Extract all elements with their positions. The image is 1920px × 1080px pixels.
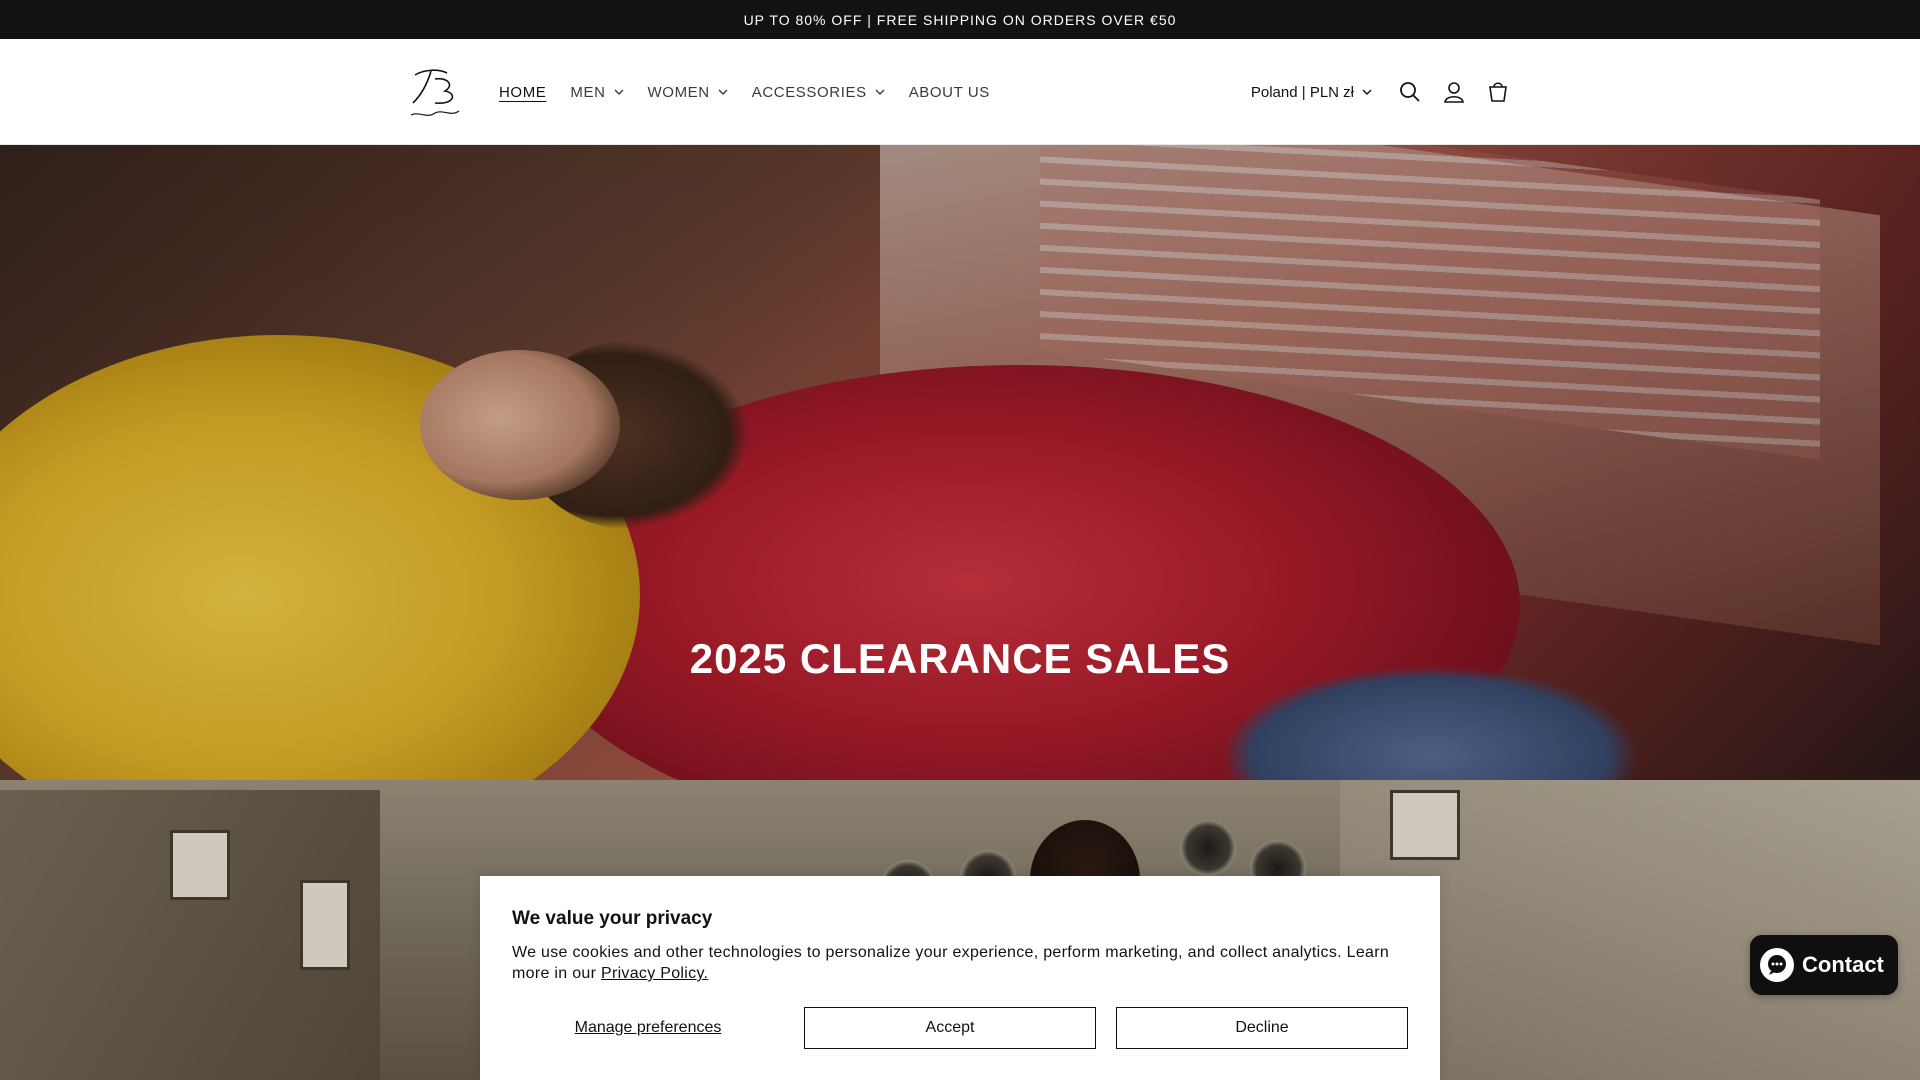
nav-about-us[interactable]: ABOUT US <box>909 84 990 101</box>
hero-banner[interactable] <box>0 145 1920 780</box>
cookie-banner: We value your privacy We use cookies and… <box>480 876 1440 1080</box>
nav-accessories[interactable]: ACCESSORIES <box>752 84 885 101</box>
account-icon[interactable] <box>1442 80 1466 104</box>
nav-women[interactable]: WOMEN <box>648 84 728 101</box>
pipe-decor <box>1180 820 1236 876</box>
nav-women-label: WOMEN <box>647 83 710 101</box>
nav-men[interactable]: MEN <box>570 83 624 101</box>
nav-home[interactable]: HOME <box>499 84 546 101</box>
cookie-title: We value your privacy <box>512 908 713 929</box>
brand-logo[interactable] <box>405 61 465 125</box>
cookie-actions: Manage preferences Accept Decline <box>512 1007 1408 1049</box>
building-window <box>300 880 350 970</box>
country-selector[interactable]: Poland | PLN zł <box>1251 84 1372 101</box>
cart-icon[interactable] <box>1486 80 1510 104</box>
search-icon[interactable] <box>1398 80 1422 104</box>
hero-title: 2025 CLEARANCE SALES <box>689 635 1231 682</box>
contact-button[interactable]: Contact <box>1750 935 1898 995</box>
privacy-policy-link[interactable]: Privacy Policy. <box>601 965 708 982</box>
hero-overlay <box>0 145 1920 780</box>
announcement-bar: UP TO 80% OFF | FREE SHIPPING ON ORDERS … <box>0 0 1920 39</box>
site-header: HOME MEN WOMEN ACCESSORIES ABOUT US Pola… <box>0 39 1920 145</box>
nav-men-label: MEN <box>570 83 606 101</box>
country-selector-label: Poland | PLN zł <box>1250 83 1354 101</box>
nav-about-us-label: ABOUT US <box>908 83 990 101</box>
building-window <box>170 830 230 900</box>
header-tools: Poland | PLN zł <box>1251 39 1510 145</box>
announcement-text: UP TO 80% OFF | FREE SHIPPING ON ORDERS … <box>743 11 1177 28</box>
chevron-down-icon <box>718 89 728 95</box>
chevron-down-icon <box>1362 89 1372 95</box>
nav-accessories-label: ACCESSORIES <box>751 83 867 101</box>
contact-label: Contact <box>1802 952 1884 977</box>
chevron-down-icon <box>614 89 624 95</box>
chevron-down-icon <box>875 89 885 95</box>
building-window <box>1390 790 1460 860</box>
cookie-text: We use cookies and other technologies to… <box>512 942 1408 984</box>
chat-icon <box>1760 948 1794 982</box>
decline-button[interactable]: Decline <box>1116 1007 1408 1049</box>
main-nav: HOME MEN WOMEN ACCESSORIES ABOUT US <box>499 39 1014 145</box>
accept-button[interactable]: Accept <box>804 1007 1096 1049</box>
nav-home-label: HOME <box>499 83 547 101</box>
manage-preferences-button[interactable]: Manage preferences <box>512 1019 784 1037</box>
